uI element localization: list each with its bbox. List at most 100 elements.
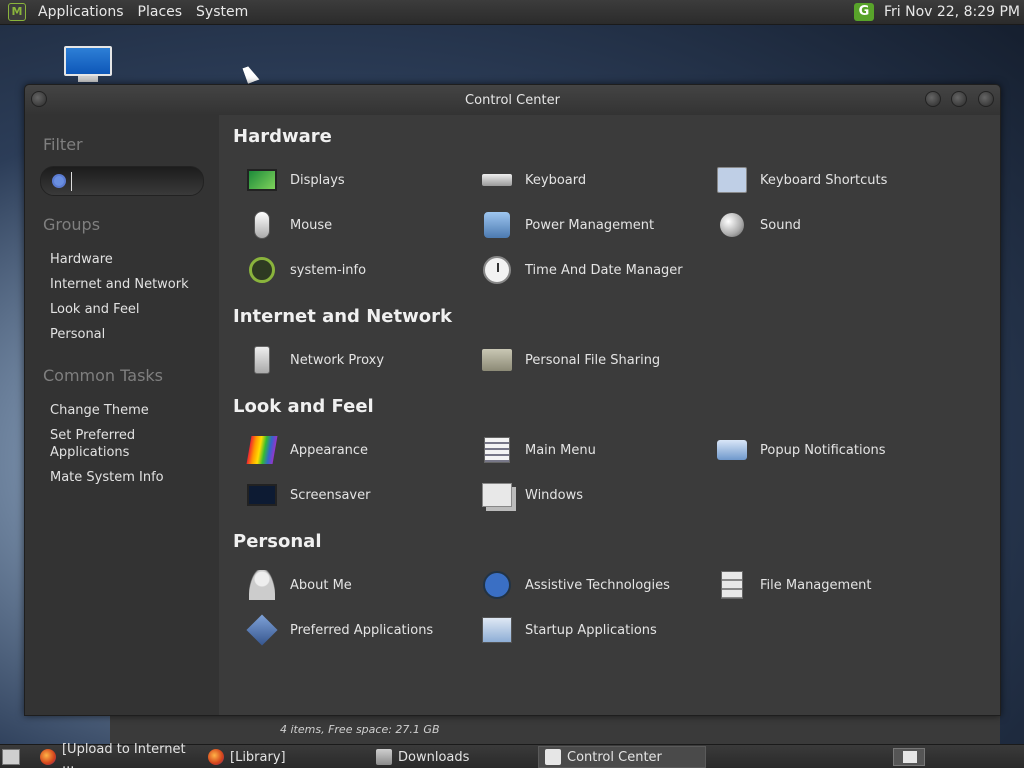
task-downloads[interactable]: Downloads: [370, 746, 538, 768]
item-keyboard[interactable]: Keyboard: [480, 163, 586, 197]
screensaver-icon: [247, 484, 277, 506]
system-menu[interactable]: System: [189, 4, 255, 20]
system-info-icon: [249, 257, 275, 283]
main-menu-icon: [484, 437, 510, 463]
task-upload-to-internet[interactable]: [Upload to Internet ...: [34, 742, 202, 768]
task-label: [Library]: [230, 749, 286, 765]
control-center-window: Control Center Filter Groups Hardware In…: [24, 84, 1001, 716]
item-system-info[interactable]: system-info: [245, 253, 366, 287]
bottom-taskbar: [Upload to Internet ... [Library] Downlo…: [0, 742, 1024, 768]
sidebar-group-internet-network[interactable]: Internet and Network: [50, 276, 189, 293]
item-label: Windows: [525, 487, 584, 503]
mate-logo-icon[interactable]: M: [8, 3, 26, 21]
sidebar: Filter Groups Hardware Internet and Netw…: [25, 115, 219, 715]
item-preferred-applications[interactable]: Preferred Applications: [245, 613, 433, 647]
background-status-text: 4 items, Free space: 27.1 GB: [280, 723, 440, 736]
popup-notification-icon: [717, 440, 747, 460]
file-management-icon: [721, 571, 743, 599]
windows-icon: [482, 483, 512, 507]
item-keyboard-shortcuts[interactable]: Keyboard Shortcuts: [715, 163, 887, 197]
applications-menu[interactable]: Applications: [31, 4, 131, 20]
proxy-icon: [254, 346, 270, 374]
item-label: Network Proxy: [290, 352, 385, 368]
item-label: Appearance: [290, 442, 369, 458]
keyboard-shortcuts-icon: [717, 167, 747, 193]
task-library[interactable]: [Library]: [202, 746, 370, 768]
groups-heading: Groups: [43, 215, 101, 234]
content-pane: Hardware Displays Keyboard Keyboard Shor…: [220, 115, 1000, 715]
item-label: Keyboard: [525, 172, 587, 188]
folder-share-icon: [482, 349, 512, 371]
assistive-icon: [483, 571, 511, 599]
task-control-center[interactable]: Control Center: [538, 746, 706, 768]
folder-icon: [376, 749, 392, 765]
item-screensaver[interactable]: Screensaver: [245, 478, 370, 512]
show-desktop-icon[interactable]: [2, 749, 20, 765]
item-label: Mouse: [290, 217, 333, 233]
clock[interactable]: Fri Nov 22, 8:29 PM: [884, 4, 1020, 20]
sidebar-group-personal[interactable]: Personal: [50, 326, 105, 343]
common-tasks-heading: Common Tasks: [43, 366, 164, 385]
filter-heading: Filter: [43, 135, 83, 154]
item-label: Personal File Sharing: [525, 352, 661, 368]
item-popup-notifications[interactable]: Popup Notifications: [715, 433, 886, 467]
item-displays[interactable]: Displays: [245, 163, 345, 197]
filter-search-box[interactable]: [40, 166, 204, 196]
section-title-internet-network: Internet and Network: [233, 306, 452, 327]
firefox-icon: [208, 749, 224, 765]
item-network-proxy[interactable]: Network Proxy: [245, 343, 384, 377]
item-label: Preferred Applications: [290, 622, 434, 638]
task-change-theme[interactable]: Change Theme: [50, 402, 149, 419]
window-title: Control Center: [465, 93, 560, 108]
window-titlebar[interactable]: Control Center: [25, 85, 1000, 115]
about-me-icon: [249, 570, 275, 600]
task-mate-system-info[interactable]: Mate System Info: [50, 469, 164, 486]
task-set-preferred-apps[interactable]: Set Preferred Applications: [50, 427, 160, 461]
item-label: About Me: [290, 577, 352, 593]
item-label: Startup Applications: [525, 622, 657, 638]
power-icon: [484, 212, 510, 238]
item-label: Power Management: [525, 217, 655, 233]
filter-input[interactable]: [71, 172, 195, 191]
item-appearance[interactable]: Appearance: [245, 433, 368, 467]
sidebar-group-look-feel[interactable]: Look and Feel: [50, 301, 140, 318]
appearance-icon: [246, 436, 278, 464]
computer-desktop-icon[interactable]: [62, 46, 114, 86]
item-label: Time And Date Manager: [525, 262, 683, 278]
item-assistive-technologies[interactable]: Assistive Technologies: [480, 568, 670, 602]
item-power-management[interactable]: Power Management: [480, 208, 654, 242]
close-button[interactable]: [978, 91, 994, 107]
firefox-icon: [40, 749, 56, 765]
update-tray-icon[interactable]: G: [853, 3, 874, 21]
item-main-menu[interactable]: Main Menu: [480, 433, 596, 467]
item-label: Displays: [290, 172, 345, 188]
mouse-icon: [254, 211, 270, 239]
section-title-personal: Personal: [233, 531, 322, 552]
display-icon: [247, 169, 277, 191]
item-label: Assistive Technologies: [525, 577, 670, 593]
item-label: Sound: [760, 217, 801, 233]
workspace-switcher[interactable]: [893, 748, 925, 766]
maximize-button[interactable]: [951, 91, 967, 107]
item-windows[interactable]: Windows: [480, 478, 583, 512]
section-title-hardware: Hardware: [233, 126, 332, 147]
background-file-window: 4 items, Free space: 27.1 GB: [110, 712, 1000, 744]
item-personal-file-sharing[interactable]: Personal File Sharing: [480, 343, 660, 377]
item-startup-applications[interactable]: Startup Applications: [480, 613, 657, 647]
section-title-look-feel: Look and Feel: [233, 396, 374, 417]
minimize-button[interactable]: [925, 91, 941, 107]
item-label: Keyboard Shortcuts: [760, 172, 888, 188]
sidebar-group-hardware[interactable]: Hardware: [50, 251, 113, 268]
keyboard-icon: [482, 174, 512, 186]
item-file-management[interactable]: File Management: [715, 568, 872, 602]
task-label: Downloads: [398, 749, 470, 765]
item-about-me[interactable]: About Me: [245, 568, 352, 602]
places-menu[interactable]: Places: [131, 4, 190, 20]
item-time-date[interactable]: Time And Date Manager: [480, 253, 683, 287]
item-sound[interactable]: Sound: [715, 208, 801, 242]
item-label: Screensaver: [290, 487, 371, 503]
task-label: Control Center: [567, 749, 662, 765]
item-mouse[interactable]: Mouse: [245, 208, 332, 242]
sound-icon: [720, 213, 744, 237]
control-center-icon: [545, 749, 561, 765]
